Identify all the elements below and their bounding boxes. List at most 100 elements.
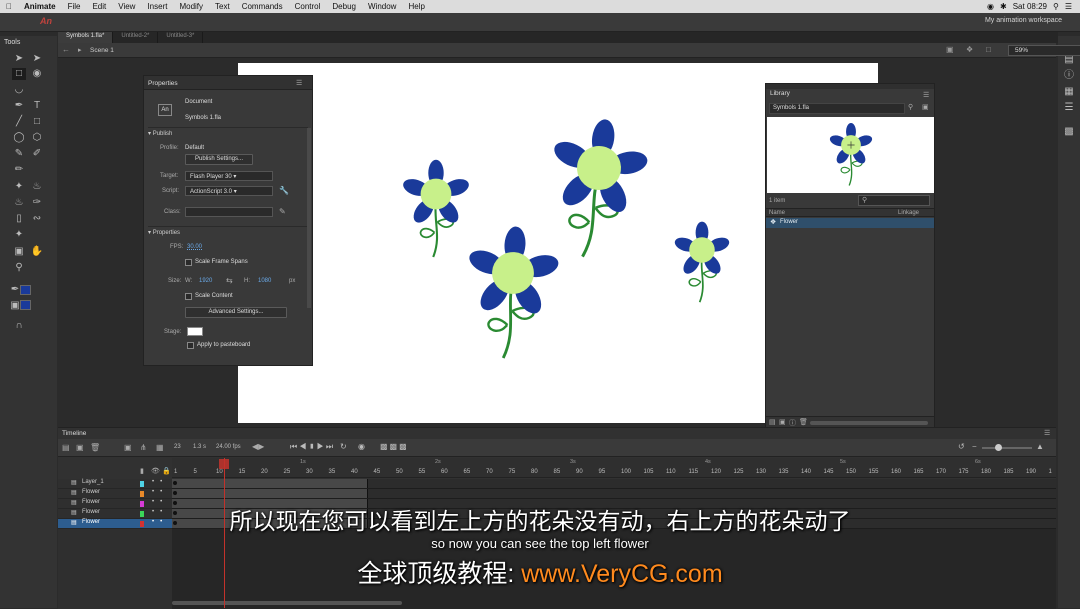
scale-frame-spans-checkbox[interactable]	[185, 259, 192, 266]
menu-commands[interactable]: Commands	[236, 2, 289, 11]
tab-symbols1[interactable]: Symbols 1.fla*	[58, 32, 114, 43]
layer-row[interactable]: ▤ Flower ••	[58, 489, 172, 499]
menu-control[interactable]: Control	[289, 2, 327, 11]
keyframe-dot[interactable]	[173, 491, 177, 495]
keyframe-span[interactable]	[172, 479, 368, 488]
library-search-input[interactable]: ⚲	[858, 195, 930, 206]
new-folder-icon[interactable]: ▣	[76, 443, 84, 452]
loop-icon[interactable]: ◀▶	[252, 442, 264, 451]
menu-window[interactable]: Window	[362, 2, 402, 11]
frame-row[interactable]	[172, 489, 1056, 499]
target-select[interactable]: Flash Player 30 ▾	[185, 171, 273, 181]
delete-icon[interactable]: 🗑	[799, 418, 808, 426]
rectangle-tool-icon[interactable]: □	[30, 116, 44, 128]
zoom-in-icon[interactable]: ▲	[1036, 442, 1044, 451]
outline-header-icon[interactable]: ▮	[140, 467, 144, 475]
bone-tool-icon[interactable]: ✦	[12, 181, 26, 193]
new-symbol-icon[interactable]: ▣	[779, 418, 786, 426]
ink-bottle-tool-icon[interactable]: ♨	[12, 197, 26, 209]
pen-tool-icon[interactable]: ✒	[12, 100, 26, 112]
polystar-tool-icon[interactable]: ⬡	[30, 132, 44, 144]
class-input[interactable]	[185, 207, 273, 217]
pin-tool-icon[interactable]: ✦	[12, 229, 26, 241]
advanced-settings-button[interactable]: Advanced Settings...	[185, 307, 287, 318]
pencil-tool-icon[interactable]: ✎	[12, 148, 26, 160]
line-tool-icon[interactable]: ╱	[12, 116, 26, 128]
height-value[interactable]: 1080	[258, 278, 271, 284]
menu-list-icon[interactable]: ☰	[1065, 2, 1072, 11]
lock-all-icon[interactable]: 🔒	[162, 467, 171, 475]
timeline-menu-icon[interactable]: ☰	[1044, 429, 1050, 437]
bluetooth-icon[interactable]: ✱	[1000, 2, 1007, 11]
keyframe-dot[interactable]	[173, 481, 177, 485]
edit-class-icon[interactable]: ✎	[279, 207, 286, 216]
layer-visibility-lock-toggles[interactable]: ••	[152, 489, 168, 495]
stage-color-swatch[interactable]	[187, 327, 203, 336]
frame-row[interactable]	[172, 479, 1056, 489]
fill-color-swatch[interactable]	[20, 300, 31, 310]
width-value[interactable]: 1920	[199, 278, 212, 284]
width-tool-icon[interactable]: ∾	[30, 213, 44, 225]
layer-visibility-lock-toggles[interactable]: ••	[152, 479, 168, 485]
zoom-out-icon[interactable]: −	[972, 442, 977, 451]
current-frame[interactable]: 23	[174, 444, 181, 450]
menu-help[interactable]: Help	[402, 2, 430, 11]
linkage-column-header[interactable]: Linkage	[898, 210, 919, 216]
clock[interactable]: Sat 08:29	[1013, 2, 1047, 11]
tab-untitled2[interactable]: Untitled-2*	[113, 32, 159, 43]
frame-ruler[interactable]: 1 5 10 15 20 25 30 35 40 45 50 55 60 65 70 75 80 85 90 95 10…	[172, 458, 1056, 478]
timeline-horizontal-scrollbar[interactable]	[172, 601, 402, 605]
clip-content-icon[interactable]: □	[986, 45, 991, 54]
brush-tool-icon[interactable]: ✐	[30, 148, 44, 160]
properties-panel-icon[interactable]: ⓘ	[1062, 70, 1076, 82]
menu-file[interactable]: File	[62, 2, 87, 11]
align-panel-icon[interactable]: ▦	[1062, 86, 1076, 98]
zoom-tool-icon[interactable]: ⚲	[12, 262, 26, 274]
menu-modify[interactable]: Modify	[173, 2, 209, 11]
menu-insert[interactable]: Insert	[141, 2, 173, 11]
eraser-tool-icon[interactable]: ▯	[12, 213, 26, 225]
menu-text[interactable]: Text	[209, 2, 236, 11]
timeline-zoom-thumb[interactable]	[995, 444, 1002, 451]
publish-settings-button[interactable]: Publish Settings...	[185, 154, 253, 165]
publish-section-toggle[interactable]: ▾ Publish	[148, 130, 172, 137]
layer-color-swatch[interactable]	[140, 491, 144, 497]
script-select[interactable]: ActionScript 3.0 ▾	[185, 186, 273, 196]
loop-playback-icon[interactable]: ↻	[340, 442, 347, 451]
library-drag-bar[interactable]	[766, 84, 934, 89]
menu-debug[interactable]: Debug	[326, 2, 362, 11]
show-hide-all-icon[interactable]: 👁	[151, 467, 160, 475]
wifi-icon[interactable]: ◉	[987, 2, 994, 11]
menu-edit[interactable]: Edit	[86, 2, 112, 11]
text-tool-icon[interactable]: T	[30, 100, 44, 112]
apply-pasteboard-checkbox[interactable]	[187, 342, 194, 349]
library-horizontal-scrollbar[interactable]	[810, 421, 928, 425]
apple-icon[interactable]: 	[0, 2, 18, 11]
search-icon[interactable]: ⚲	[1053, 2, 1059, 11]
panel-menu-icon[interactable]: ☰	[296, 79, 302, 87]
scale-content-checkbox[interactable]	[185, 293, 192, 300]
edit-symbols-icon[interactable]: ❖	[966, 45, 973, 54]
components-panel-icon[interactable]: ▩	[1062, 126, 1076, 138]
layer-depth-icon[interactable]: ▦	[156, 443, 164, 452]
camera-icon[interactable]: ▣	[124, 443, 132, 452]
subselection-tool-icon[interactable]: ➤	[30, 53, 44, 65]
stroke-color-swatch[interactable]	[20, 285, 31, 295]
tab-untitled3[interactable]: Untitled-3*	[158, 32, 204, 43]
lasso-tool-icon[interactable]: ◡	[12, 84, 26, 96]
keyframe-span[interactable]	[172, 489, 368, 498]
library-item-row[interactable]: ❖ Flower	[766, 218, 934, 228]
pin-library-icon[interactable]: ⚲	[908, 103, 913, 111]
library-menu-icon[interactable]: ☰	[923, 91, 929, 99]
new-folder-icon[interactable]: ▤	[769, 418, 776, 426]
playback-controls[interactable]: ⏮◀▮▶⏭	[290, 442, 335, 452]
hand-tool-icon[interactable]: ✋	[30, 246, 44, 258]
link-dimensions-icon[interactable]: ⇆	[226, 276, 233, 285]
properties-section-toggle[interactable]: ▾ Properties	[148, 229, 180, 236]
new-layer-icon[interactable]: ▤	[62, 443, 70, 452]
center-frame-icon[interactable]: ↺	[958, 442, 965, 451]
oval-tool-icon[interactable]: ◯	[12, 132, 26, 144]
timeline-zoom-slider[interactable]	[982, 447, 1032, 449]
eyedropper-tool-icon[interactable]: ✑	[30, 197, 44, 209]
snap-magnet-icon[interactable]: ∩	[12, 320, 26, 332]
